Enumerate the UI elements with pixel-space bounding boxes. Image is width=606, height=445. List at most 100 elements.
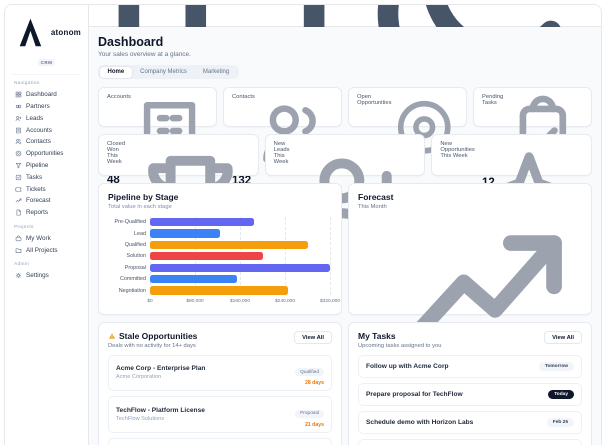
task-due-badge: Today [548,389,574,399]
task-title: Prepare proposal for TechFlow [366,390,463,398]
tab-home[interactable]: Home [99,66,133,78]
sidebar-item-pipeline[interactable]: Pipeline [12,160,81,172]
dashboard-content: Dashboard Your sales overview at a glanc… [89,27,601,445]
users-icon [15,138,22,145]
stale-view-all-button[interactable]: View All [294,331,332,344]
chart-bar-row: Solution [108,251,330,262]
stale-opportunities-panel: Stale Opportunities Deals with no activi… [98,322,342,445]
section-label: Projects [14,224,34,230]
sidebar-item-leads[interactable]: Leads [12,112,81,124]
metric-card-new-opportunities-this-week: New Opportunities This Week 5 [431,134,593,263]
warning-icon [108,332,116,340]
tasks-view-all-button[interactable]: View All [544,331,582,344]
stat-card-row: Accounts 48 Contacts 132 Open Opportunit… [98,87,592,189]
target-icon [15,150,22,157]
sidebar-item-settings[interactable]: Settings [12,270,81,282]
app-window: atonom CRM Navigation Dashboard Partners [4,4,602,445]
section-label: Admin [14,262,30,268]
stale-subtitle: Deals with no activity for 14+ days [108,342,196,349]
sidebar-item-label: Tasks [26,173,43,181]
stat-card-accounts: Accounts 48 [98,87,217,186]
topbar [89,5,601,109]
sidebar-item-label: Settings [26,272,49,280]
stat-label: Contacts [232,94,255,100]
opportunity-techflow-platform-license[interactable]: TechFlow - Platform License TechFlow Sol… [108,396,332,433]
stale-list: Acme Corp - Enterprise Plan Acme Corpora… [108,354,332,445]
task-title: Schedule demo with Horizon Labs [366,418,474,426]
sidebar-item-tasks[interactable]: Tasks [12,171,81,183]
chart-tick-label: $160,000 [229,298,251,304]
task-prepare-proposal-for-techflow[interactable]: Prepare proposal for TechFlow Today [358,382,582,406]
opportunity-acme-corp-enterprise-plan[interactable]: Acme Corp - Enterprise Plan Acme Corpora… [108,354,332,391]
sidebar-item-accounts[interactable]: Accounts [12,124,81,136]
logo-text: atonom [50,27,81,37]
task-schedule-demo-with-horizon-labs[interactable]: Schedule demo with Horizon Labs Feb 25 [358,410,582,434]
dashboard-icon [15,91,22,98]
task-review-contract-terms-pinnacle[interactable]: Review contract terms - Pinnacle Feb 27 [358,438,582,445]
chart-tick-label: $0 [147,298,153,304]
gear-icon [15,272,22,279]
metric-label: New Opportunities This Week [440,141,475,159]
chart-bar-row: Negotiation [108,285,330,296]
task-due-badge: Tomorrow [538,361,574,371]
chart-subtitle: Total value in each stage [108,203,172,210]
sidebar-item-reports[interactable]: Reports [12,207,81,219]
sidebar-item-label: Partners [26,103,50,111]
sidebar-item-contacts[interactable]: Contacts [12,136,81,148]
nav-list: My Work All Projects [12,233,81,257]
task-due-badge: Feb 25 [546,417,574,427]
metric-card-new-leads-this-week: New Leads This Week 8 [264,134,426,275]
main-area: Dashboard Your sales overview at a glanc… [89,5,601,445]
chart-tick-label: $240,000 [274,298,296,304]
partners-icon [15,103,22,110]
opportunity-pinnacle-annual-subscription[interactable]: Pinnacle - Annual Subscription Pinnacle … [108,437,332,445]
section-label: Navigation [14,80,40,86]
chart-category-label: Proposal [124,264,146,271]
stale-days: 28 days [304,380,324,386]
tab-company-metrics[interactable]: Company Metrics [132,67,195,78]
trending-up-icon [15,197,22,204]
sidebar-item-label: Forecast [26,197,51,205]
sidebar-item-label: Leads [26,114,44,122]
chart-category-label: Qualified [124,241,146,248]
chart-category-label: Pre-Qualified [114,219,146,226]
sidebar-item-partners[interactable]: Partners [12,101,81,113]
task-follow-up-with-acme-corp[interactable]: Follow up with Acme Corp Tomorrow [358,354,582,378]
check-square-icon [15,174,22,181]
sidebar-item-tickets[interactable]: Tickets [12,183,81,195]
dashboard-tabs: Home Company Metrics Marketing [98,65,239,79]
chart-category-label: Solution [126,253,146,260]
chart-bar-row: Qualified [108,239,330,250]
week-card-row: Closed Won This Week $45,000 3 deals New… [98,134,593,282]
sidebar-item-all-projects[interactable]: All Projects [12,244,81,256]
chart-bar-row: Pre-Qualified [108,217,330,228]
forecast-subtitle: This Month [358,203,387,210]
stage-badge: Proposal [295,409,324,418]
stat-card-contacts: Contacts 132 [223,87,342,187]
sidebar-item-opportunities[interactable]: Opportunities [12,148,81,160]
stat-card-open-opportunities: Open Opportunities 27 [348,87,467,176]
page-title: Dashboard [98,35,164,49]
stat-label: Accounts [107,94,131,100]
sidebar-item-dashboard[interactable]: Dashboard [12,89,81,101]
logo-subtext: CRM [37,58,56,66]
sidebar-item-my-work[interactable]: My Work [12,233,81,245]
chart-bar-row: Committed [108,273,330,284]
sidebar-item-label: Dashboard [26,91,57,99]
nav-list: Settings [12,270,81,282]
page-subtitle: Your sales overview at a glance. [98,51,191,58]
sidebar-item-label: Contacts [26,138,51,146]
atonom-logo-icon [12,14,49,51]
sidebar-section-projects: Projects My Work All Projects [12,225,81,257]
forecast-title: Forecast [358,192,394,202]
sidebar-item-label: Reports [26,209,49,217]
task-title: Follow up with Acme Corp [366,362,449,370]
tab-marketing[interactable]: Marketing [195,67,237,78]
sidebar-item-forecast[interactable]: Forecast [12,195,81,207]
file-icon [15,209,22,216]
sidebar-item-label: Tickets [26,185,46,193]
stale-days: 21 days [304,421,324,428]
chart-bar-row: Proposal [108,262,330,273]
chart-category-label: Committed [119,276,146,283]
forecast-panel: Forecast This Month Closed Won $125,000 [348,183,592,445]
